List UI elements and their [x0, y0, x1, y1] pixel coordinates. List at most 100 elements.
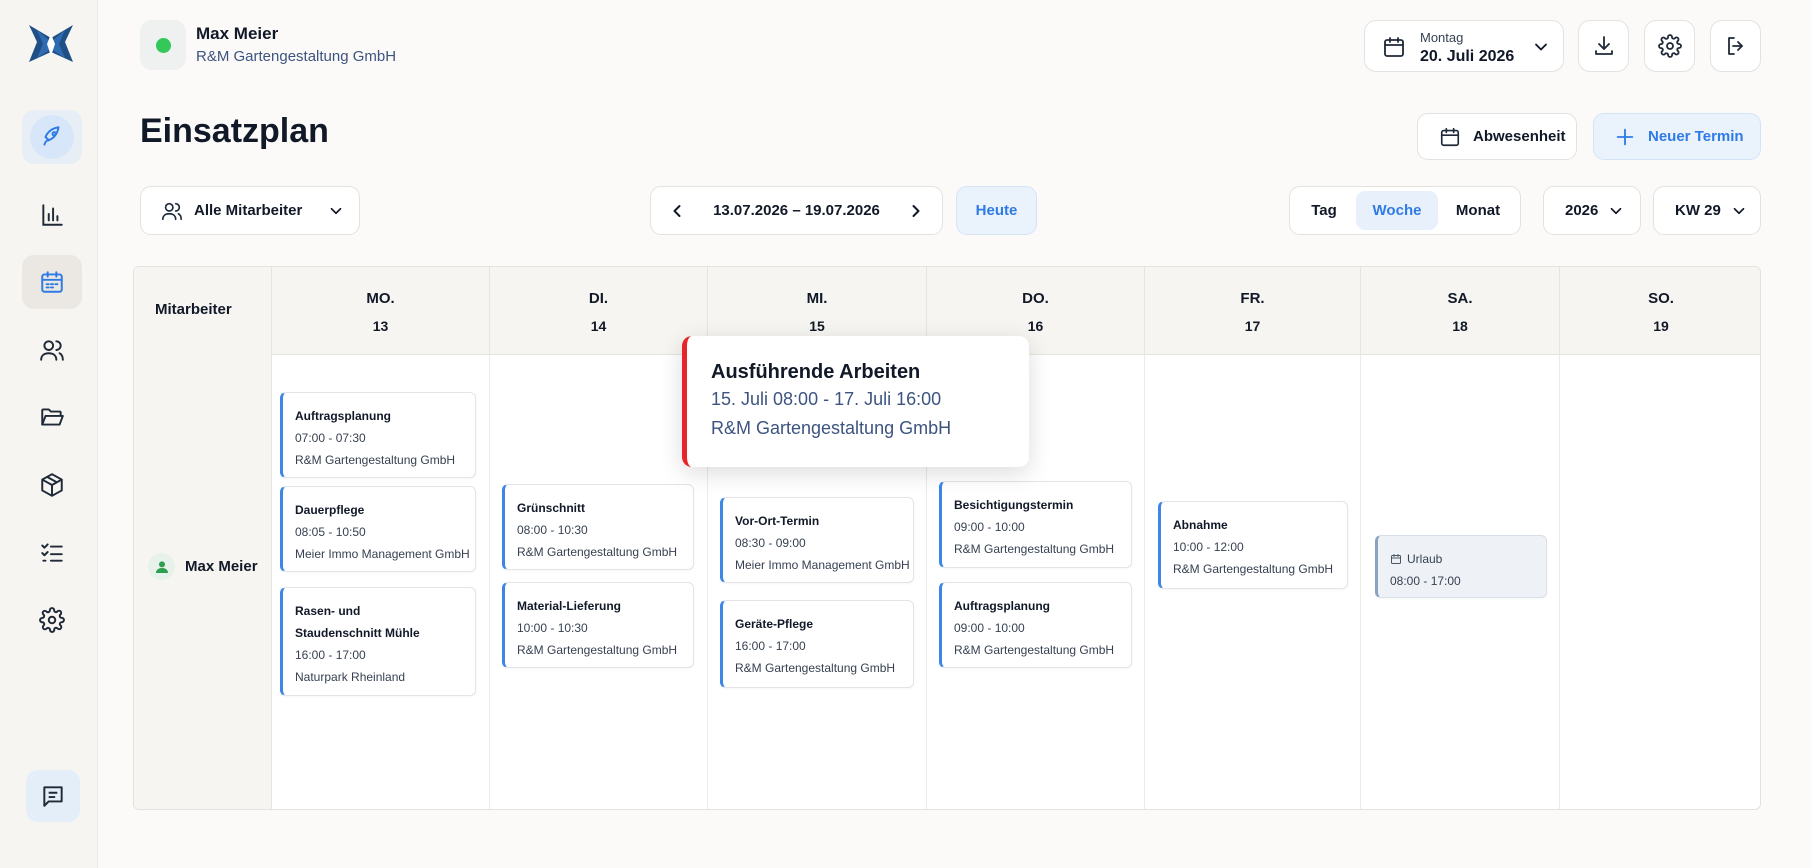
sidebar-item-statistics[interactable]	[22, 188, 82, 242]
sidebar	[0, 0, 98, 868]
day-column[interactable]	[1560, 355, 1760, 809]
event-client: R&M Gartengestaltung GmbH	[954, 643, 1115, 657]
event-time: 08:00 - 10:30	[517, 523, 588, 537]
event-client: R&M Gartengestaltung GmbH	[954, 542, 1115, 556]
chat-button[interactable]	[26, 770, 80, 822]
chat-icon	[43, 786, 63, 807]
event-time: 10:00 - 10:30	[517, 621, 588, 635]
day-name: MO.	[366, 290, 395, 307]
employee-row-label[interactable]: Max Meier	[148, 553, 258, 580]
event-card[interactable]: Dauerpflege 08:05 - 10:50 Meier Immo Man…	[280, 486, 476, 572]
event-title: Material-Lieferung	[517, 599, 622, 613]
avatar	[148, 553, 175, 580]
chevron-left-icon	[673, 204, 681, 217]
employee-filter-value: Alle Mitarbeiter	[194, 202, 303, 219]
sidebar-item-settings[interactable]	[22, 593, 82, 647]
sidebar-item-schedule[interactable]	[22, 255, 82, 309]
download-icon	[1594, 36, 1613, 55]
absence-card[interactable]: Urlaub 08:00 - 17:00	[1375, 535, 1547, 598]
day-header-fri: FR. 17	[1145, 267, 1361, 355]
day-header-tue: DI. 14	[490, 267, 708, 355]
day-header-mon: MO. 13	[272, 267, 490, 355]
day-name: FR.	[1240, 290, 1265, 307]
chevron-right-icon	[912, 204, 920, 217]
day-date: 15	[809, 318, 825, 334]
box-icon	[41, 473, 63, 497]
chevron-down-icon	[331, 207, 342, 214]
users-icon	[40, 340, 64, 361]
date-picker-date: 20. Juli 2026	[1420, 48, 1515, 65]
calendar-icon	[1440, 127, 1460, 146]
checklist-icon	[41, 543, 63, 562]
page-title: Einsatzplan	[140, 112, 329, 150]
day-header-sat: SA. 18	[1361, 267, 1560, 355]
event-title: Auftragsplanung	[954, 599, 1050, 613]
event-card[interactable]: Vor-Ort-Termin 08:30 - 09:00 Meier Immo …	[720, 497, 914, 583]
popover-dates: 15. Juli 08:00 - 17. Juli 16:00	[711, 389, 942, 409]
view-week[interactable]: Woche	[1356, 191, 1438, 230]
absence-button[interactable]: Abwesenheit	[1417, 113, 1577, 160]
settings-button[interactable]	[1644, 20, 1695, 72]
year-select-value: 2026	[1565, 202, 1599, 219]
today-button[interactable]: Heute	[956, 186, 1037, 235]
logo-icon[interactable]	[27, 22, 75, 66]
event-time: 09:00 - 10:00	[954, 621, 1025, 635]
bar-chart-icon	[42, 204, 63, 226]
sidebar-item-team[interactable]	[22, 323, 82, 377]
status-dot	[155, 37, 171, 53]
event-time: 16:00 - 17:00	[735, 639, 806, 653]
user-company: R&M Gartengestaltung GmbH	[196, 48, 397, 65]
event-card[interactable]: Abnahme 10:00 - 12:00 R&M Gartengestaltu…	[1158, 501, 1348, 589]
event-client: R&M Gartengestaltung GmbH	[517, 643, 678, 657]
event-card[interactable]: Grünschnitt 08:00 - 10:30 R&M Gartengest…	[502, 484, 694, 570]
week-select[interactable]: KW 29	[1653, 186, 1761, 235]
date-picker[interactable]: Montag 20. Juli 2026	[1364, 20, 1564, 72]
event-card[interactable]: Material-Lieferung 10:00 - 10:30 R&M Gar…	[502, 582, 694, 668]
event-card[interactable]: Geräte-Pflege 16:00 - 17:00 R&M Gartenge…	[720, 600, 914, 688]
year-select[interactable]: 2026	[1543, 186, 1641, 235]
event-title: Besichtigungstermin	[954, 498, 1074, 512]
download-button[interactable]	[1578, 20, 1629, 72]
user-name: Max Meier	[196, 24, 279, 43]
day-header-sun: SO. 19	[1560, 267, 1760, 355]
event-title: Dauerpflege	[295, 503, 365, 517]
event-client: Meier Immo Management GmbH	[735, 558, 910, 572]
event-time: 07:00 - 07:30	[295, 431, 366, 445]
event-card[interactable]: Rasen- und Staudenschnitt Mühle 16:00 - …	[280, 587, 476, 696]
event-card[interactable]: Auftragsplanung 09:00 - 10:00 R&M Garten…	[939, 582, 1132, 668]
new-appointment-label: Neuer Termin	[1648, 128, 1744, 145]
event-client: Naturpark Rheinland	[295, 670, 406, 684]
prev-week-button[interactable]	[665, 199, 689, 223]
event-title: Geräte-Pflege	[735, 617, 814, 631]
event-title: Vor-Ort-Termin	[735, 514, 820, 528]
week-range-label: 13.07.2026 – 19.07.2026	[713, 202, 880, 219]
sidebar-item-inventory[interactable]	[22, 458, 82, 512]
sidebar-item-projects[interactable]	[22, 390, 82, 444]
new-appointment-button[interactable]: Neuer Termin	[1593, 113, 1761, 160]
gear-icon	[1657, 34, 1682, 58]
event-title: Abnahme	[1173, 518, 1228, 532]
calendar-icon	[41, 271, 63, 293]
day-date: 14	[590, 318, 607, 334]
day-name: SA.	[1447, 290, 1473, 307]
plus-icon	[1616, 128, 1634, 145]
event-time: 09:00 - 10:00	[954, 520, 1025, 534]
event-card[interactable]: Besichtigungstermin 09:00 - 10:00 R&M Ga…	[939, 481, 1132, 568]
week-select-value: KW 29	[1675, 202, 1721, 219]
sidebar-item-dashboard[interactable]	[22, 110, 82, 164]
event-card[interactable]: Auftragsplanung 07:00 - 07:30 R&M Garten…	[280, 392, 476, 478]
absence-title: Urlaub	[1390, 548, 1546, 570]
chevron-down-icon	[1733, 207, 1745, 214]
sidebar-item-tasks[interactable]	[22, 525, 82, 579]
event-title: Grünschnitt	[517, 501, 585, 515]
absence-button-label: Abwesenheit	[1473, 128, 1566, 145]
folder-icon	[41, 408, 64, 426]
employee-name: Max Meier	[185, 558, 258, 575]
view-month[interactable]: Monat	[1440, 191, 1516, 230]
next-week-button[interactable]	[904, 199, 928, 223]
employee-filter[interactable]: Alle Mitarbeiter	[140, 186, 360, 235]
event-time: 10:00 - 12:00	[1173, 540, 1244, 554]
settings-icon	[39, 607, 65, 633]
logout-button[interactable]	[1710, 20, 1761, 72]
view-day[interactable]: Tag	[1294, 191, 1354, 230]
